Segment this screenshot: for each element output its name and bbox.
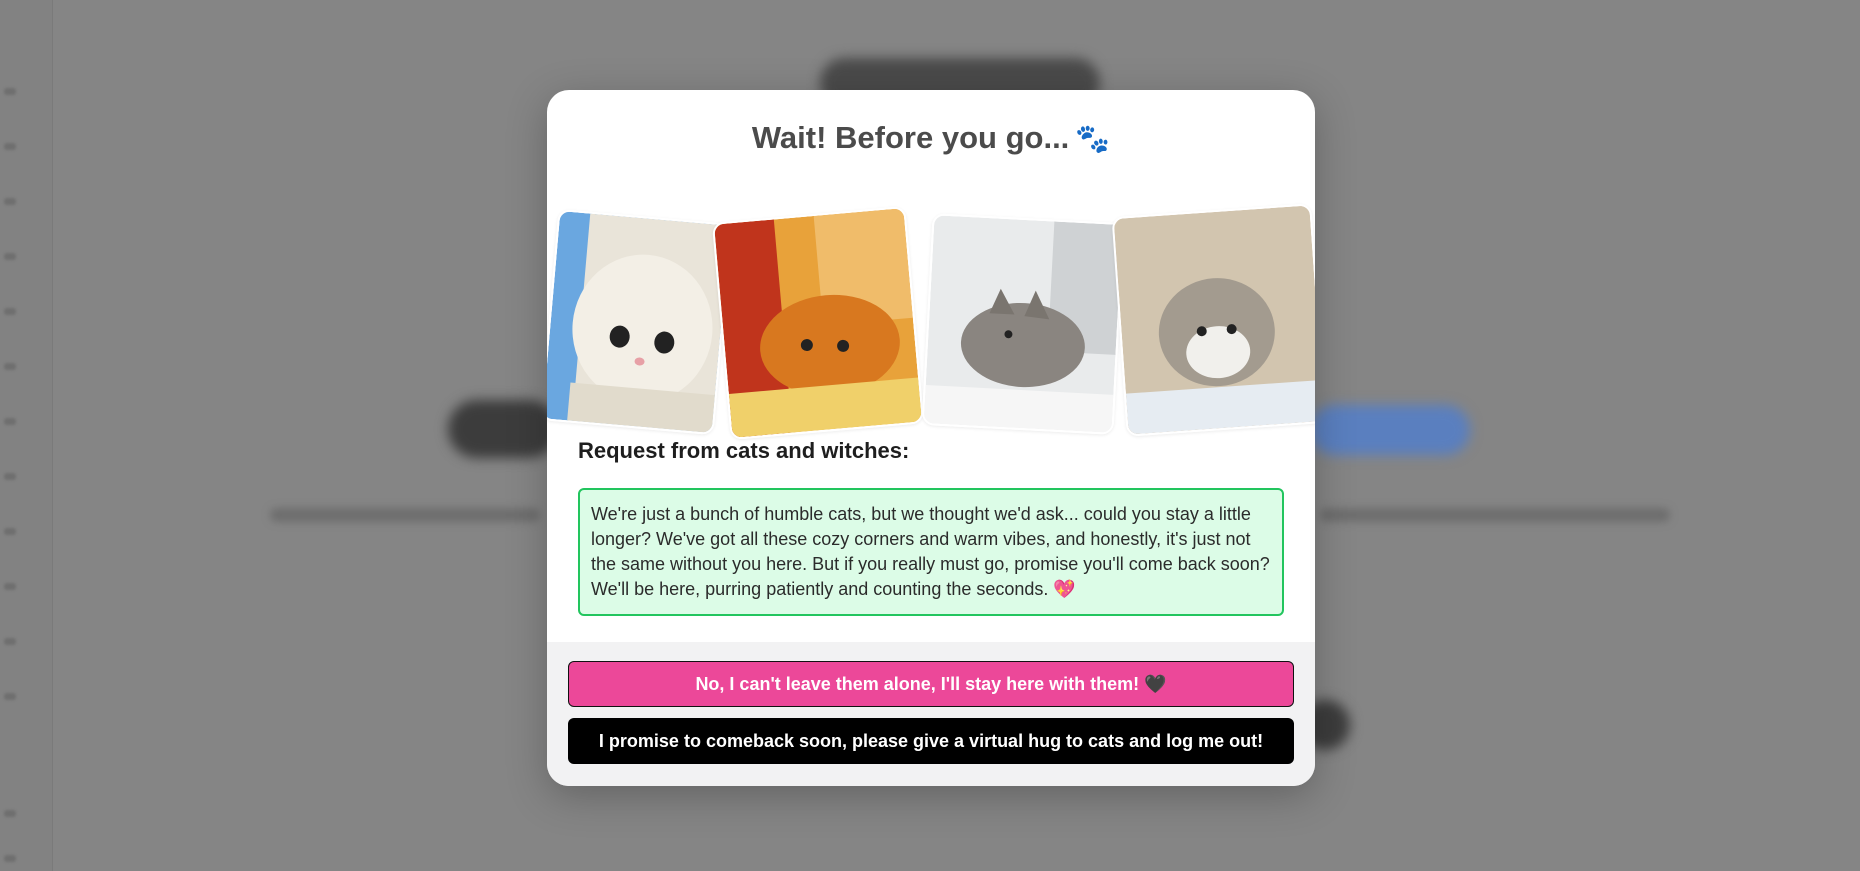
background-text-right (1320, 508, 1670, 522)
background-heading-right (1310, 405, 1470, 455)
leave-confirmation-modal: Wait! Before you go... 🐾 Request from ca… (547, 90, 1315, 786)
logout-button-label: I promise to comeback soon, please give … (598, 730, 1264, 751)
modal-footer: No, I can't leave them alone, I'll stay … (547, 642, 1315, 786)
modal-title: Wait! Before you go... 🐾 (547, 120, 1315, 156)
gray-tabby-cat-photo (921, 213, 1125, 435)
logout-button[interactable]: I promise to comeback soon, please give … (568, 718, 1294, 764)
modal-title-text: Wait! Before you go... (751, 120, 1070, 155)
stay-button[interactable]: No, I can't leave them alone, I'll stay … (568, 661, 1294, 707)
message-text: We're just a bunch of humble cats, but w… (591, 504, 1270, 599)
paw-icon: 🐾 (1075, 123, 1111, 154)
tabby-kitten-photo (1111, 203, 1315, 437)
black-heart-icon: 🖤 (1144, 673, 1167, 694)
heart-icon: 💖 (1053, 579, 1076, 599)
section-label: Request from cats and witches: (578, 438, 910, 463)
background-text-left (270, 508, 540, 522)
background-heading-left (448, 400, 558, 458)
background-sidebar (0, 0, 53, 871)
stay-button-label: No, I can't leave them alone, I'll stay … (695, 673, 1140, 694)
white-kitten-photo (547, 208, 732, 436)
orange-kitten-photo (711, 205, 925, 441)
message-box: We're just a bunch of humble cats, but w… (578, 488, 1284, 616)
